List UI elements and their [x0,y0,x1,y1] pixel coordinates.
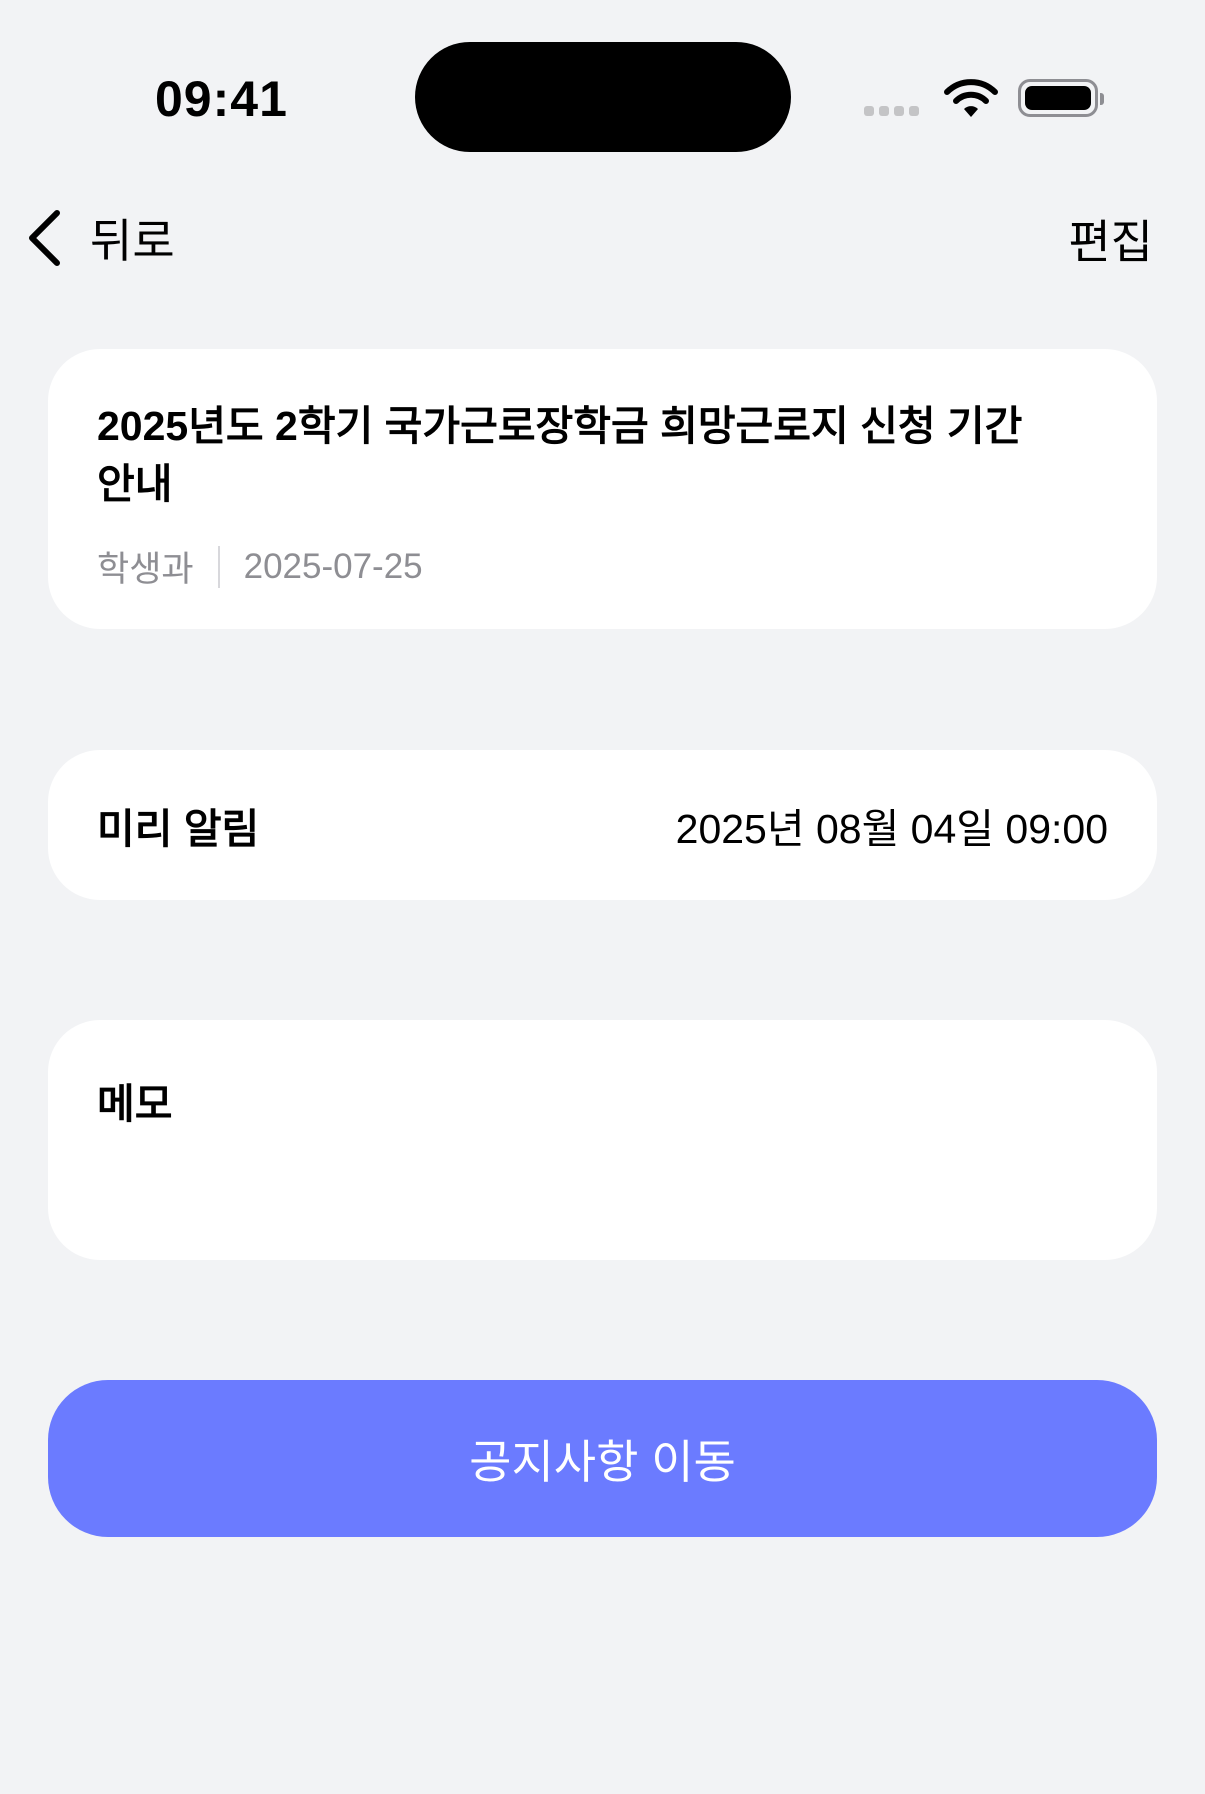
memo-card[interactable]: 메모 [48,1020,1157,1260]
battery-icon [1018,79,1104,117]
back-label: 뒤로 [90,215,175,267]
dynamic-island [415,42,791,152]
notice-date: 2025-07-25 [243,546,423,586]
back-button[interactable]: 뒤로 [26,205,175,271]
notice-meta: 학생과 2025-07-25 [97,541,423,592]
reminder-label: 미리 알림 [97,806,260,852]
chevron-left-icon [29,210,60,266]
cellular-signal-icon [864,106,919,116]
memo-label: 메모 [97,1081,173,1127]
edit-button[interactable]: 편집 [1068,206,1153,272]
meta-divider [217,545,220,588]
wifi-icon [944,79,998,117]
notice-department: 학생과 [97,550,194,589]
reminder-row[interactable]: 미리 알림 2025년 08월 04일 09:00 [48,750,1157,900]
reminder-value[interactable]: 2025년 08월 04일 09:00 [676,795,1108,855]
go-to-notice-button[interactable]: 공지사항 이동 [48,1380,1157,1537]
notice-card: 2025년도 2학기 국가근로장학금 희망근로지 신청 기간 안내 학생과 20… [48,349,1157,629]
notice-title: 2025년도 2학기 국가근로장학금 희망근로지 신청 기간 안내 [97,403,1023,507]
status-time: 09:41 [155,71,288,127]
